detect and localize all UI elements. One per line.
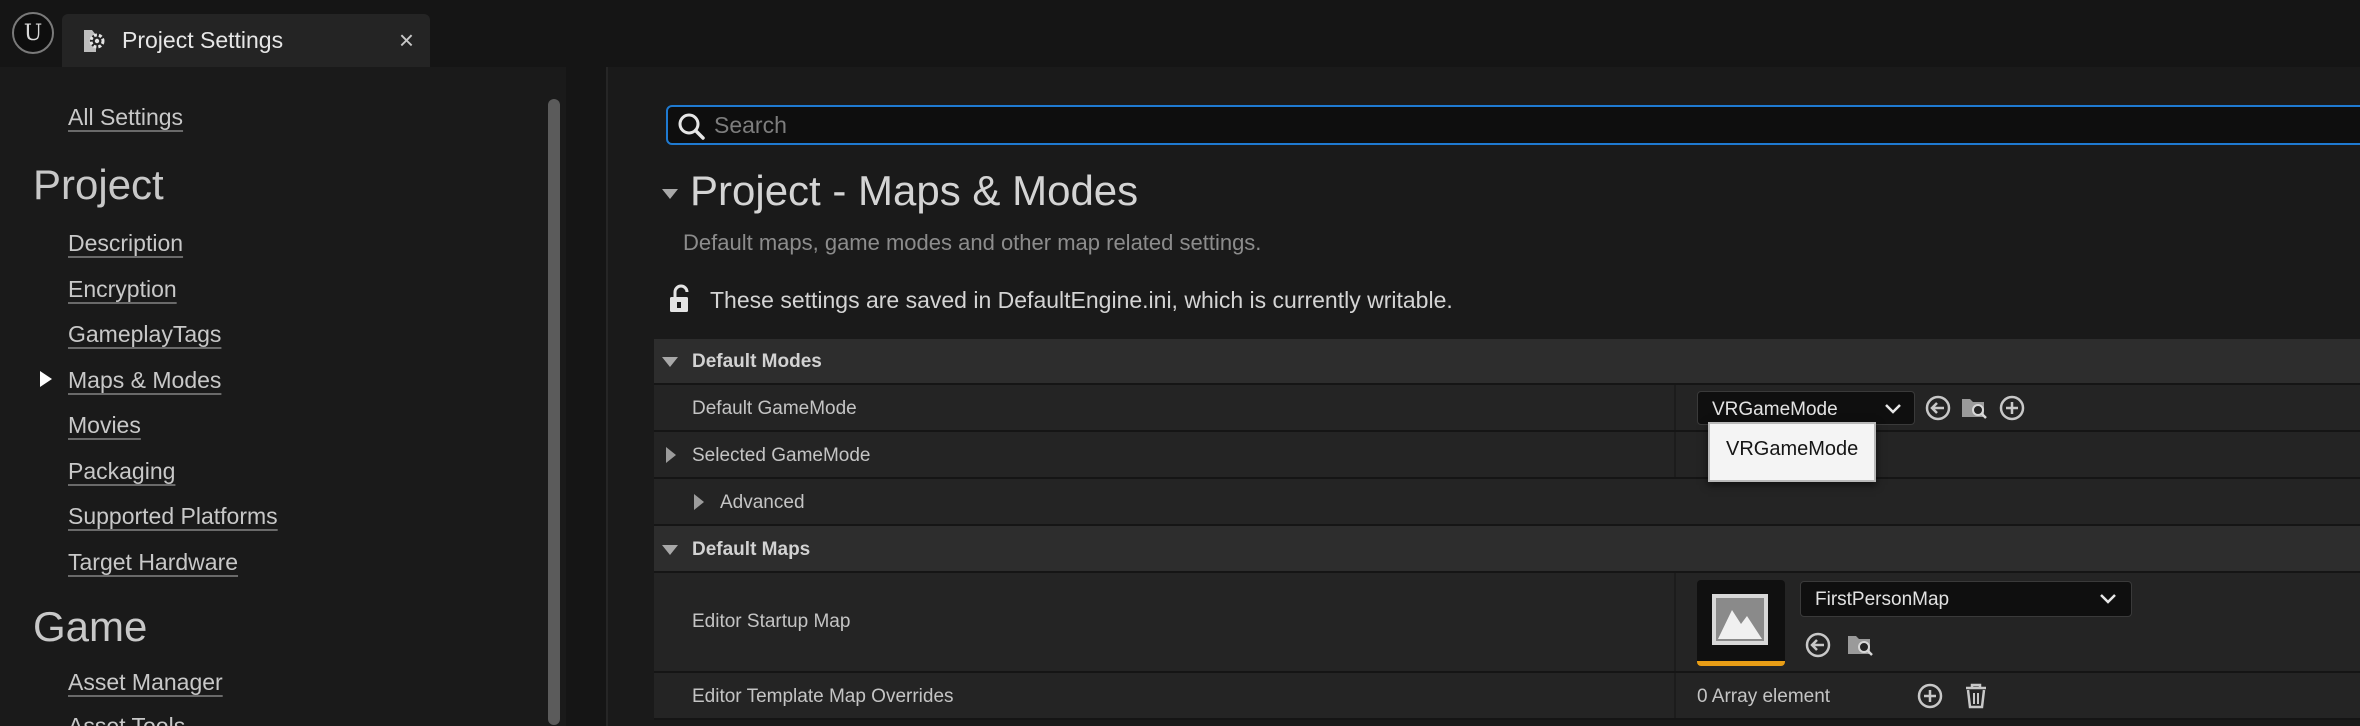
- selected-item-arrow-icon: [40, 371, 52, 387]
- search-icon: [678, 113, 705, 140]
- combo-value: VRGameMode: [1712, 399, 1838, 420]
- page-title: Project - Maps & Modes: [690, 167, 1139, 214]
- plus-circle-icon[interactable]: [1916, 682, 1944, 710]
- asset-type-color-bar: [1697, 661, 1785, 666]
- sidebar-item-encryption[interactable]: Encryption: [68, 276, 177, 303]
- plus-circle-icon[interactable]: [1998, 394, 2026, 422]
- column-splitter[interactable]: [1674, 673, 1676, 718]
- sidebar-item-packaging[interactable]: Packaging: [68, 458, 175, 485]
- gamemode-dropdown-menu: VRGameMode: [1708, 422, 1876, 482]
- sidebar-item-movies[interactable]: Movies: [68, 412, 141, 439]
- project-settings-window: U Project Settings × All Settings Projec…: [0, 0, 2360, 726]
- map-asset-thumbnail[interactable]: [1697, 580, 1785, 666]
- tab-project-settings[interactable]: Project Settings ×: [62, 14, 430, 67]
- chevron-down-icon: [2100, 594, 2116, 604]
- browse-folder-icon[interactable]: [1960, 393, 1988, 421]
- column-splitter[interactable]: [1674, 385, 1676, 430]
- category-label: Default Modes: [692, 351, 822, 372]
- settings-details-panel: Project - Maps & Modes Default maps, gam…: [608, 67, 2360, 726]
- trash-icon[interactable]: [1962, 682, 1990, 710]
- sidebar-item-maps-and-modes[interactable]: Maps & Modes: [68, 367, 221, 394]
- browse-folder-icon[interactable]: [1846, 630, 1874, 658]
- category-label: Default Maps: [692, 539, 811, 560]
- column-splitter[interactable]: [1674, 432, 1676, 477]
- expand-arrow-icon[interactable]: [694, 494, 704, 510]
- property-row-editor-template-map-overrides: Editor Template Map Overrides 0 Array el…: [654, 673, 2360, 720]
- property-label: Editor Startup Map: [692, 611, 851, 632]
- column-splitter[interactable]: [1674, 573, 1676, 671]
- sidebar-scrollbar[interactable]: [548, 99, 560, 725]
- category-default-maps[interactable]: Default Maps: [654, 526, 2360, 573]
- sidebar-heading-game: Game: [33, 603, 148, 650]
- property-row-selected-gamemode[interactable]: Selected GameMode: [654, 432, 2360, 479]
- search-input[interactable]: [714, 107, 2314, 143]
- settings-gear-icon: [84, 29, 105, 52]
- category-collapse-arrow-icon[interactable]: [662, 545, 678, 555]
- array-element-count: 0 Array element: [1697, 686, 1831, 707]
- dropdown-option[interactable]: VRGameMode: [1726, 438, 1858, 461]
- use-selected-arrow-icon[interactable]: [1924, 394, 1952, 422]
- unlocked-padlock-icon: [670, 284, 689, 312]
- startup-map-combo-box[interactable]: FirstPersonMap: [1800, 581, 2132, 617]
- tab-title: Project Settings: [122, 27, 284, 53]
- collapse-section-arrow-icon[interactable]: [662, 189, 678, 199]
- property-row-editor-startup-map: Editor Startup Map FirstPersonMap: [654, 573, 2360, 673]
- sidebar-item-supported-platforms[interactable]: Supported Platforms: [68, 503, 278, 530]
- sidebar-heading-project: Project: [33, 161, 164, 208]
- close-icon[interactable]: ×: [399, 26, 414, 54]
- sidebar-item-asset-manager[interactable]: Asset Manager: [68, 669, 223, 696]
- category-collapse-arrow-icon[interactable]: [662, 357, 678, 367]
- sidebar-item-description[interactable]: Description: [68, 230, 183, 257]
- property-label: Editor Template Map Overrides: [692, 686, 954, 707]
- sidebar-item-all-settings[interactable]: All Settings: [68, 104, 183, 131]
- property-label: Default GameMode: [692, 398, 857, 419]
- property-label: Advanced: [720, 492, 805, 513]
- chevron-down-icon: [1885, 404, 1901, 414]
- search-box[interactable]: [666, 105, 2360, 145]
- level-asset-icon: [1712, 594, 1768, 645]
- sidebar-item-asset-tools[interactable]: Asset Tools: [68, 713, 185, 726]
- page-subtitle: Default maps, game modes and other map r…: [683, 230, 1262, 255]
- gamemode-combo-box[interactable]: VRGameMode: [1697, 391, 1915, 425]
- use-selected-arrow-icon[interactable]: [1804, 631, 1832, 659]
- combo-value: FirstPersonMap: [1815, 589, 1950, 610]
- panel-gutter: [566, 67, 608, 726]
- config-file-notice: These settings are saved in DefaultEngin…: [710, 287, 1453, 313]
- unreal-logo-icon[interactable]: U: [12, 12, 54, 54]
- sidebar-item-target-hardware[interactable]: Target Hardware: [68, 549, 238, 576]
- sidebar-item-gameplaytags[interactable]: GameplayTags: [68, 321, 221, 348]
- category-default-modes[interactable]: Default Modes: [654, 339, 2360, 385]
- property-label: Selected GameMode: [692, 445, 871, 466]
- property-row-default-gamemode: Default GameMode VRGameMode: [654, 385, 2360, 432]
- title-bar: U Project Settings ×: [0, 0, 2360, 67]
- settings-sidebar: All Settings Project Description Encrypt…: [0, 67, 566, 726]
- property-row-advanced[interactable]: Advanced: [654, 479, 2360, 526]
- expand-arrow-icon[interactable]: [666, 447, 676, 463]
